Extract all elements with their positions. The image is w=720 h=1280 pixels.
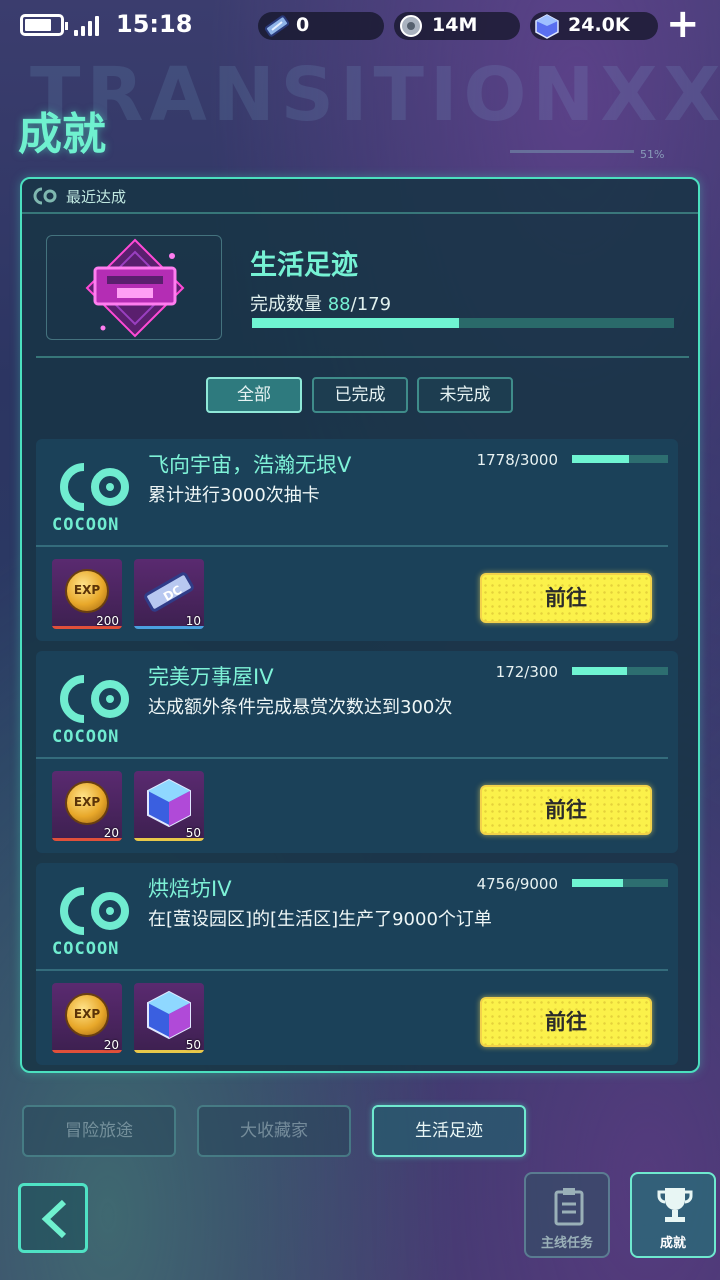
- category-progress-bar: [252, 318, 674, 328]
- exp-label: EXP: [73, 795, 101, 809]
- reward-count: 10: [185, 614, 201, 628]
- completion-count-label: 完成数量: [250, 294, 322, 315]
- achievements-button[interactable]: 成就: [630, 1172, 716, 1258]
- add-currency-button[interactable]: +: [666, 4, 700, 44]
- filter-tab-incomplete[interactable]: 未完成: [417, 377, 513, 413]
- achievement-name: 烘焙坊IV: [148, 877, 232, 901]
- achievement-name: 飞向宇宙，浩瀚无垠V: [148, 453, 352, 477]
- cocoon-logo-icon: COCOON: [52, 461, 142, 541]
- gem-currency[interactable]: 24.0K: [530, 12, 658, 40]
- achievement-progress-text: 172/300: [495, 663, 558, 681]
- main-quest-label: 主线任务: [540, 1236, 593, 1251]
- clipboard-icon: [554, 1188, 584, 1226]
- reward-count: 200: [96, 614, 119, 628]
- chevron-left-icon: [41, 1199, 67, 1239]
- reward-item[interactable]: 50: [134, 983, 204, 1053]
- banner-percent: 51%: [640, 148, 665, 161]
- achievement-progress-fill: [572, 879, 623, 887]
- go-button[interactable]: 前往: [480, 785, 652, 835]
- divider: [36, 969, 668, 971]
- cube-gem-icon: [147, 778, 191, 828]
- exp-label: EXP: [73, 583, 101, 597]
- exp-label: EXP: [73, 1007, 101, 1021]
- cocoon-mini-icon: [33, 187, 57, 205]
- divider: [36, 757, 668, 759]
- cocoon-mark-icon: [60, 463, 129, 511]
- exp-coin-icon: EXP: [65, 993, 109, 1037]
- exp-coin-icon: EXP: [65, 781, 109, 825]
- category-progress-fill: [252, 318, 459, 328]
- reward-item[interactable]: EXP 200: [52, 559, 122, 629]
- ticket-currency[interactable]: 0: [258, 12, 384, 40]
- ticket-count: 0: [296, 14, 310, 36]
- go-button[interactable]: 前往: [480, 573, 652, 623]
- filter-tab-all[interactable]: 全部: [206, 377, 302, 413]
- category-title: 生活足迹: [250, 250, 358, 281]
- reward-count: 20: [103, 1038, 119, 1052]
- filter-tab-completed[interactable]: 已完成: [312, 377, 408, 413]
- achievement-card: COCOON 烘焙坊IV 在[萤设园区]的[生活区]生产了9000个订单 4756/9…: [36, 863, 678, 1065]
- gem-count: 24.0K: [568, 14, 630, 36]
- cocoon-logo-icon: COCOON: [52, 885, 142, 965]
- gear-coin-count: 14M: [432, 14, 478, 36]
- cube-gem-icon: [147, 990, 191, 1040]
- ticket-icon: [264, 15, 290, 37]
- achievement-progress-bar: [572, 455, 668, 463]
- life-footprint-emblem-icon: [85, 238, 185, 338]
- achievement-progress-text: 4756/9000: [476, 875, 558, 893]
- achievement-card: COCOON 完美万事屋IV 达成额外条件完成悬赏次数达到300次 172/300 EX…: [36, 651, 678, 853]
- cocoon-mark-icon: [60, 675, 129, 723]
- ticket-icon: DC: [144, 572, 194, 612]
- reward-item[interactable]: 50: [134, 771, 204, 841]
- banner-progress: [510, 150, 634, 153]
- gear-coin-currency[interactable]: 14M: [394, 12, 520, 40]
- gear-coin-icon: [400, 15, 422, 37]
- reward-count: 50: [185, 1038, 201, 1052]
- exp-coin-icon: EXP: [65, 569, 109, 613]
- achievement-desc: 在[萤设园区]的[生活区]生产了9000个订单: [148, 909, 492, 930]
- tab-collector[interactable]: 大收藏家: [197, 1105, 351, 1157]
- achievement-progress-text: 1778/3000: [476, 451, 558, 469]
- cocoon-logo-text: COCOON: [52, 939, 120, 959]
- go-button[interactable]: 前往: [480, 997, 652, 1047]
- background-banner-text: TRANSITIONXXX: [30, 52, 720, 138]
- completion-count: 完成数量 88/179: [250, 290, 391, 316]
- signal-icon: [74, 16, 100, 36]
- back-button[interactable]: [18, 1183, 88, 1253]
- achievement-progress-bar: [572, 667, 668, 675]
- trophy-icon: [657, 1188, 693, 1222]
- completion-done: 88: [327, 294, 351, 315]
- cocoon-logo-text: COCOON: [52, 727, 120, 747]
- achievement-desc: 累计进行3000次抽卡: [148, 485, 320, 506]
- reward-item[interactable]: DC 10: [134, 559, 204, 629]
- battery-icon: [20, 14, 68, 36]
- achievements-label: 成就: [659, 1236, 686, 1251]
- clock: 15:18: [116, 10, 193, 38]
- achievement-card: COCOON 飞向宇宙，浩瀚无垠V 累计进行3000次抽卡 1778/3000 EXP 2…: [36, 439, 678, 641]
- tab-life-footprint[interactable]: 生活足迹: [372, 1105, 526, 1157]
- cocoon-logo-icon: COCOON: [52, 673, 142, 753]
- divider: [36, 545, 668, 547]
- reward-item[interactable]: EXP 20: [52, 983, 122, 1053]
- cocoon-logo-text: COCOON: [52, 515, 120, 535]
- divider: [36, 356, 689, 358]
- category-emblem-frame: [46, 235, 222, 340]
- cube-gem-icon: [535, 14, 559, 39]
- achievement-progress-fill: [572, 455, 629, 463]
- achievement-progress-fill: [572, 667, 627, 675]
- completion-total: /179: [350, 294, 392, 315]
- reward-item[interactable]: EXP 20: [52, 771, 122, 841]
- divider: [22, 212, 698, 214]
- recent-label: 最近达成: [66, 188, 127, 206]
- reward-count: 50: [185, 826, 201, 840]
- reward-count: 20: [103, 826, 119, 840]
- achievement-desc: 达成额外条件完成悬赏次数达到300次: [148, 697, 453, 718]
- achievement-progress-bar: [572, 879, 668, 887]
- page-title: 成就: [18, 109, 106, 160]
- cocoon-mark-icon: [60, 887, 129, 935]
- tab-adventure[interactable]: 冒险旅途: [22, 1105, 176, 1157]
- main-quest-button[interactable]: 主线任务: [524, 1172, 610, 1258]
- achievement-name: 完美万事屋IV: [148, 665, 274, 689]
